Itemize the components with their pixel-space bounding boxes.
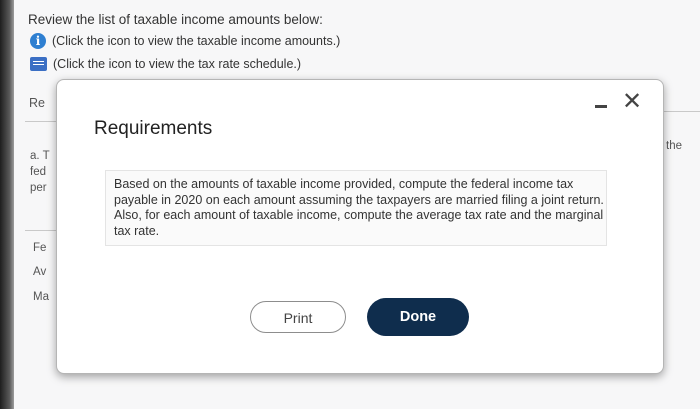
bg-fragment-per: per bbox=[30, 182, 47, 194]
bg-divider bbox=[25, 230, 56, 231]
bg-fragment-a: a. T bbox=[30, 150, 50, 162]
income-link-text[interactable]: (Click the icon to view the taxable inco… bbox=[52, 34, 340, 48]
bg-fragment-re: Re bbox=[29, 96, 45, 110]
minimize-button[interactable] bbox=[590, 96, 612, 110]
dialog-title: Requirements bbox=[94, 118, 213, 139]
bg-fragment-fed: fed bbox=[30, 166, 46, 178]
bg-fragment-fe: Fe bbox=[33, 242, 47, 254]
bg-fragment-the: the bbox=[666, 140, 682, 152]
table-icon[interactable] bbox=[30, 57, 47, 71]
bg-fragment-ma: Ma bbox=[33, 291, 49, 303]
done-button[interactable]: Done bbox=[367, 298, 469, 336]
close-icon[interactable]: ✕ bbox=[621, 89, 643, 113]
info-icon[interactable]: i bbox=[30, 33, 46, 49]
print-button[interactable]: Print bbox=[250, 301, 346, 333]
income-link-row[interactable]: i (Click the icon to view the taxable in… bbox=[30, 33, 340, 49]
intro-text: Review the list of taxable income amount… bbox=[28, 12, 323, 27]
bg-fragment-av: Av bbox=[33, 266, 47, 278]
requirements-dialog: ✕ Requirements Based on the amounts of t… bbox=[56, 79, 664, 374]
schedule-link-row[interactable]: (Click the icon to view the tax rate sch… bbox=[30, 57, 301, 71]
schedule-link-text[interactable]: (Click the icon to view the tax rate sch… bbox=[53, 57, 301, 71]
requirement-panel: Based on the amounts of taxable income p… bbox=[105, 170, 607, 246]
requirement-text: Based on the amounts of taxable income p… bbox=[114, 177, 604, 238]
bg-divider bbox=[662, 111, 700, 112]
bg-divider bbox=[25, 121, 56, 122]
